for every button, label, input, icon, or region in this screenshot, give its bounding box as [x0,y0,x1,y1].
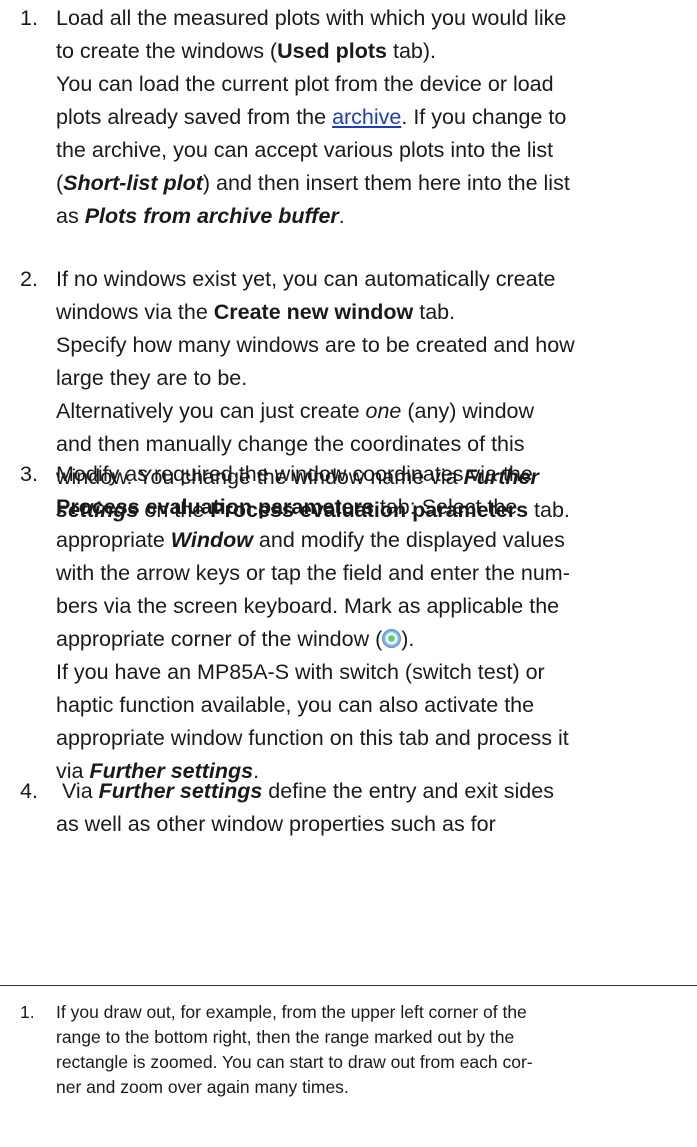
archive-link[interactable]: archive [332,105,401,129]
step-number: 3. [20,462,38,486]
step-4: 4. Via Further settings define the entry… [0,775,697,841]
plots-from-archive-buffer-ref: Plots from archive buffer [84,204,339,228]
short-list-plot-ref: Short-list plot [63,171,203,195]
step-4-text: Via Further settings define the entry an… [56,779,554,836]
step-number: 4. [20,779,38,803]
used-plots-tab-ref: Used plots [277,39,387,63]
step-1: 1. Load all the measured plots with whic… [0,2,656,233]
process-evaluation-parameters-tab-ref: Process evaluation parameters [56,495,374,519]
step-3-text: Modify as required the window coordinate… [56,462,570,783]
radio-button-icon [382,629,402,648]
step-number: 1. [20,6,38,30]
document-page: 1. Load all the measured plots with whic… [0,0,697,1147]
footnote-text: If you draw out, for example, from the u… [56,1002,533,1097]
window-ref: Window [170,528,253,552]
step-3: 3. Modify as required the window coordin… [0,458,656,788]
one-emphasis: one [365,399,402,423]
footnote: 1. If you draw out, for example, from th… [0,1000,697,1100]
further-settings-ref: Further settings [98,779,263,803]
step-1-text: Load all the measured plots with which y… [56,6,570,228]
footnote-number: 1. [20,1002,35,1022]
create-new-window-tab-ref: Create new window [213,300,414,324]
footnote-divider [0,985,697,986]
step-number: 2. [20,267,38,291]
